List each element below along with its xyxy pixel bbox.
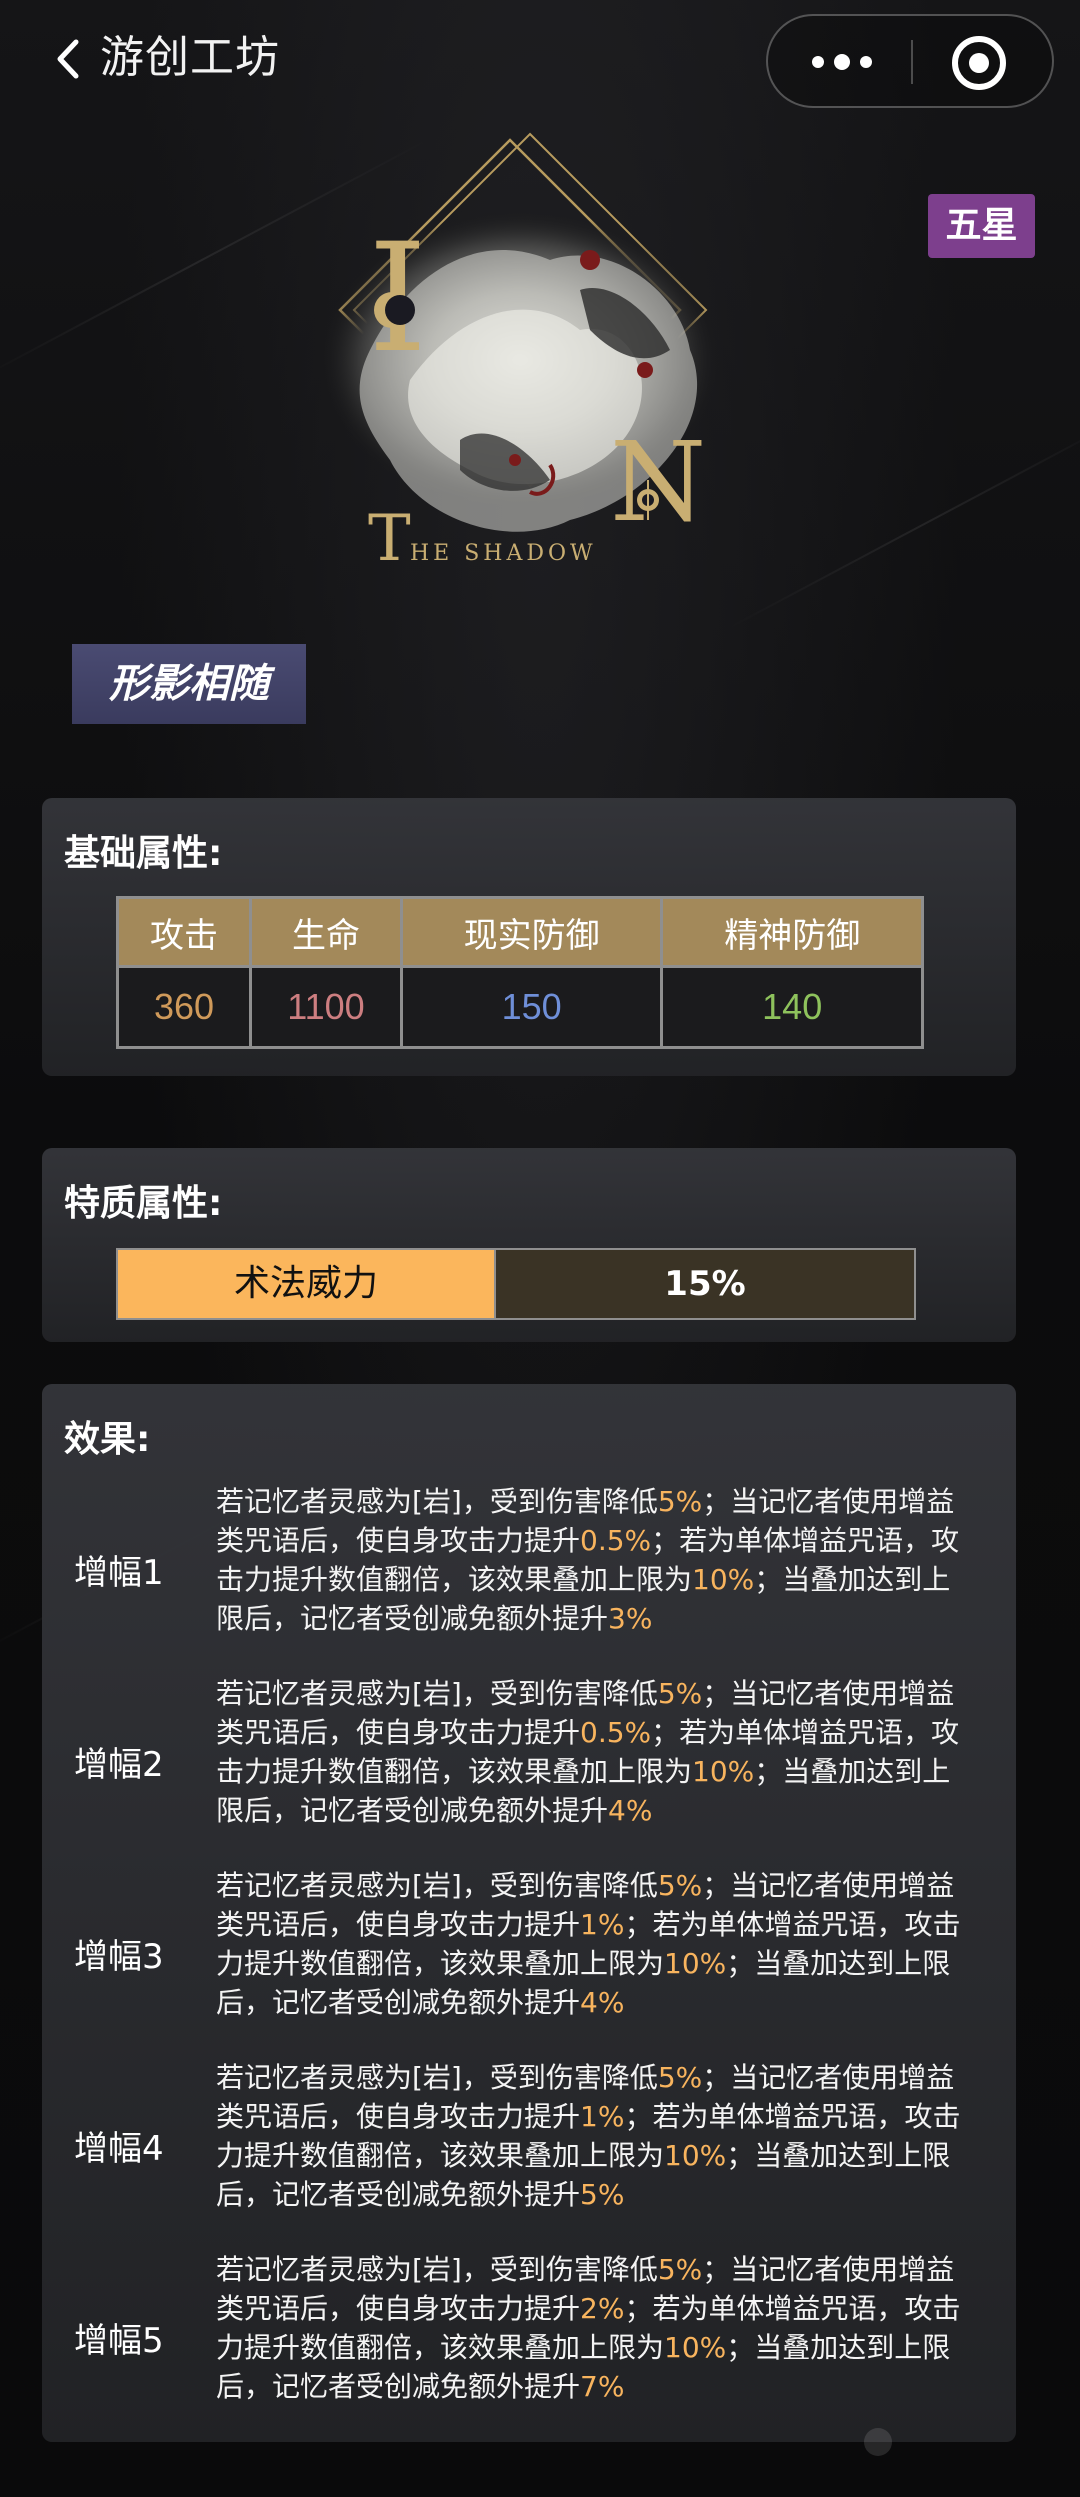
effect-highlight-value: 5% <box>657 1677 703 1710</box>
trait-title: 特质属性: <box>64 1183 223 1224</box>
effect-highlight-value: 7% <box>580 2370 625 2403</box>
effects-title: 效果: <box>64 1419 151 1460</box>
back-button[interactable] <box>48 34 88 84</box>
stat-value-real-def: 150 <box>399 965 664 1049</box>
stat-header-real-def: 现实防御 <box>399 896 664 968</box>
effect-row: 增幅3 若记忆者灵感为[岩]，受到伤害降低5%；当记忆者使用增益类咒语后，使自身攻… <box>42 1858 1016 2048</box>
rarity-badge: 五星 <box>928 194 1035 258</box>
effect-description: 若记忆者灵感为[岩]，受到伤害降低5%；当记忆者使用增益类咒语后，使自身攻击力提… <box>216 2250 976 2406</box>
svg-text:HE SHADOW: HE SHADOW <box>410 541 597 566</box>
chevron-left-icon <box>57 39 79 79</box>
stat-value-mental-def: 140 <box>660 965 924 1049</box>
effect-text: 若记忆者灵感为[岩]，受到伤害降低 <box>216 2061 658 2094</box>
effect-description: 若记忆者灵感为[岩]，受到伤害降低5%；当记忆者使用增益类咒语后，使自身攻击力提… <box>216 2058 976 2214</box>
effect-highlight-value: 4% <box>580 1986 625 2019</box>
effect-text: 若记忆者灵感为[岩]，受到伤害降低 <box>216 1485 658 1518</box>
close-miniprogram-button[interactable] <box>952 36 1006 90</box>
page-title: 游创工坊 <box>100 32 280 83</box>
effect-description: 若记忆者灵感为[岩]，受到伤害降低5%；当记忆者使用增益类咒语后，使自身攻击力提… <box>216 1482 976 1638</box>
top-bar: 游创工坊 <box>0 0 1080 120</box>
effect-row: 增幅1 若记忆者灵感为[岩]，受到伤害降低5%；当记忆者使用增益类咒语后，使自身攻… <box>42 1474 1016 1664</box>
effect-row: 增幅4 若记忆者灵感为[岩]，受到伤害降低5%；当记忆者使用增益类咒语后，使自身攻… <box>42 2050 1016 2240</box>
card-artwork: I N T HE SHADOW <box>250 120 810 640</box>
stat-value-hp: 1100 <box>249 965 403 1049</box>
effect-highlight-value: 5% <box>657 1485 703 1518</box>
effect-highlight-value: 10% <box>664 2331 727 2364</box>
effect-highlight-value: 10% <box>692 1563 755 1596</box>
effect-label: 增幅5 <box>74 2320 164 2361</box>
trait-bar: 术法威力 15% <box>116 1248 916 1320</box>
base-stats-table: 攻击 生命 现实防御 精神防御 360 1100 150 140 <box>115 896 924 1049</box>
effect-highlight-value: 10% <box>664 2139 727 2172</box>
base-stats-panel: 基础属性: 攻击 生命 现实防御 精神防御 360 1100 150 140 <box>42 798 1016 1076</box>
effect-highlight-value: 5% <box>657 1869 703 1902</box>
effect-highlight-value: 0.5% <box>580 1524 652 1557</box>
scroll-indicator <box>864 2428 892 2456</box>
svg-text:N: N <box>610 418 706 546</box>
effect-highlight-value: 10% <box>664 1947 727 1980</box>
effect-highlight-value: 10% <box>692 1755 755 1788</box>
stat-header-attack: 攻击 <box>115 896 253 968</box>
effect-highlight-value: 5% <box>657 2253 703 2286</box>
effect-text: 若记忆者灵感为[岩]，受到伤害降低 <box>216 1869 658 1902</box>
more-dots-icon <box>812 56 824 68</box>
more-button[interactable] <box>798 38 898 86</box>
effect-highlight-value: 1% <box>580 2100 625 2133</box>
effect-highlight-value: 5% <box>580 2178 625 2211</box>
effect-label: 增幅1 <box>74 1552 164 1593</box>
effect-row: 增幅2 若记忆者灵感为[岩]，受到伤害降低5%；当记忆者使用增益类咒语后，使自身攻… <box>42 1666 1016 1856</box>
base-stats-title: 基础属性: <box>64 833 223 874</box>
effects-panel: 效果: 增幅1 若记忆者灵感为[岩]，受到伤害降低5%；当记忆者使用增益类咒语后，… <box>42 1384 1016 2442</box>
stat-value-attack: 360 <box>115 965 253 1049</box>
effect-highlight-value: 5% <box>657 2061 703 2094</box>
effect-highlight-value: 1% <box>580 1908 625 1941</box>
mini-program-capsule <box>766 14 1054 108</box>
effect-label: 增幅4 <box>74 2128 164 2169</box>
effect-highlight-value: 4% <box>608 1794 653 1827</box>
effect-text: 若记忆者灵感为[岩]，受到伤害降低 <box>216 1677 658 1710</box>
effect-label: 增幅2 <box>74 1744 164 1785</box>
card-name: 形影相随 <box>72 644 306 724</box>
capsule-divider <box>911 40 913 84</box>
effect-description: 若记忆者灵感为[岩]，受到伤害降低5%；当记忆者使用增益类咒语后，使自身攻击力提… <box>216 1866 976 2022</box>
stat-header-mental-def: 精神防御 <box>660 896 924 968</box>
effect-row: 增幅5 若记忆者灵感为[岩]，受到伤害降低5%；当记忆者使用增益类咒语后，使自身攻… <box>42 2242 1016 2432</box>
effect-text: 若记忆者灵感为[岩]，受到伤害降低 <box>216 2253 658 2286</box>
stat-header-hp: 生命 <box>249 896 403 968</box>
trait-panel: 特质属性: 术法威力 15% <box>42 1148 1016 1342</box>
effect-highlight-value: 0.5% <box>580 1716 652 1749</box>
trait-value: 15% <box>494 1250 914 1318</box>
effect-highlight-value: 2% <box>580 2292 625 2325</box>
effect-highlight-value: 3% <box>608 1602 653 1635</box>
effect-description: 若记忆者灵感为[岩]，受到伤害降低5%；当记忆者使用增益类咒语后，使自身攻击力提… <box>216 1674 976 1830</box>
effect-label: 增幅3 <box>74 1936 164 1977</box>
trait-name: 术法威力 <box>118 1250 494 1318</box>
svg-text:T: T <box>368 502 411 576</box>
